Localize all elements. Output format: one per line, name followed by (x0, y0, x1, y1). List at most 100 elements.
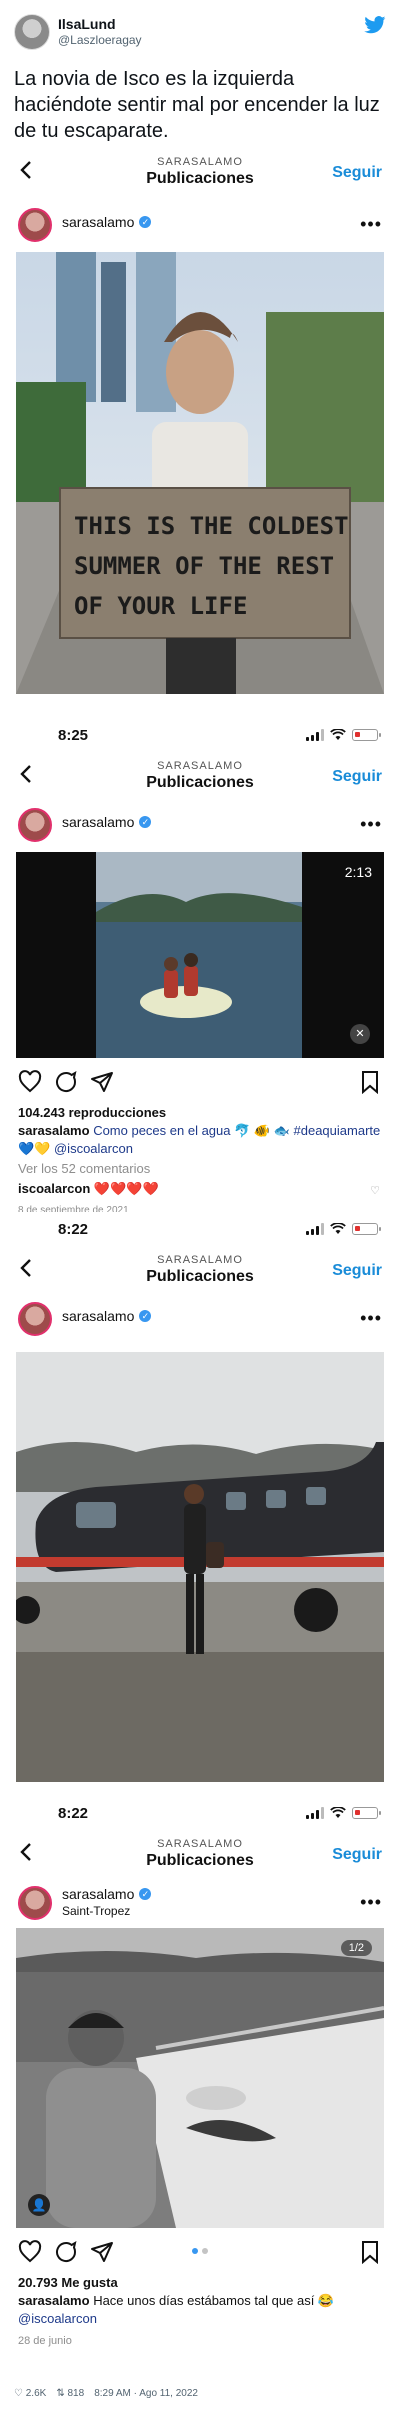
comment-icon[interactable] (54, 1070, 78, 1094)
post-header: sarasalamo ✓ ••• (0, 202, 400, 246)
caption-user[interactable]: sarasalamo (18, 1123, 90, 1138)
post-photo[interactable]: THIS IS THE COLDEST SUMMER OF THE REST O… (16, 252, 384, 694)
sign-line-3: OF YOUR LIFE (74, 592, 247, 620)
post-header: sarasalamo ✓ ••• (0, 1296, 400, 1340)
status-time: 8:22 (58, 1221, 89, 1238)
post-header: sarasalamo ✓ ••• (0, 802, 400, 846)
status-bar: 8:25 (0, 718, 400, 752)
tweet-header: IlsaLund @Laszloeragay (0, 0, 400, 62)
battery-icon (352, 1223, 381, 1235)
username[interactable]: sarasalamo (62, 814, 134, 830)
ig-nav-bar: SARASALAMO Publicaciones Seguir (0, 756, 400, 798)
post-photo[interactable] (16, 1352, 384, 1782)
comment-user[interactable]: iscoalarcon (18, 1181, 90, 1196)
heart-icon[interactable] (18, 2240, 42, 2264)
wifi-icon (330, 729, 346, 740)
status-icons (306, 728, 381, 742)
username-row[interactable]: sarasalamo ✓ (62, 814, 152, 830)
author-avatar[interactable] (14, 14, 50, 50)
more-icon[interactable]: ••• (360, 1308, 382, 1329)
username-row[interactable]: sarasalamo ✓ (62, 214, 152, 230)
signal-icon (306, 729, 324, 741)
username-row[interactable]: sarasalamo ✓ (62, 1308, 152, 1324)
username[interactable]: sarasalamo (62, 1308, 134, 1324)
verified-icon: ✓ (139, 1888, 152, 1900)
more-icon[interactable]: ••• (360, 814, 382, 835)
follow-button[interactable]: Seguir (332, 768, 382, 786)
signal-icon (306, 1223, 324, 1235)
share-icon[interactable] (90, 1070, 114, 1094)
tweet-timestamp[interactable]: 8:29 AM · Ago 11, 2022 (94, 2388, 198, 2399)
post-actions (18, 1070, 382, 1100)
username[interactable]: sarasalamo (62, 214, 134, 230)
author-name[interactable]: IlsaLund (58, 16, 116, 32)
username[interactable]: sarasalamo (62, 1886, 134, 1902)
post-date: 28 de junio (18, 2335, 72, 2347)
user-tag-icon[interactable]: 👤 (28, 2194, 50, 2216)
sign-line-1: THIS IS THE COLDEST (74, 512, 349, 540)
username-row[interactable]: sarasalamo ✓ (62, 1886, 152, 1902)
comment-text: ❤️❤️❤️❤️ (93, 1181, 159, 1196)
avatar[interactable] (18, 1886, 52, 1920)
ig-nav-bar: SARASALAMO Publicaciones Seguir (0, 152, 400, 194)
post-header: sarasalamo ✓ Saint-Tropez ••• (0, 1880, 400, 1924)
retweets-count: 818 (67, 2388, 85, 2399)
jetski-video-frame (16, 852, 384, 1058)
instagram-panel-1: SARASALAMO Publicaciones Seguir sarasala… (0, 150, 400, 710)
follow-button[interactable]: Seguir (332, 164, 382, 182)
status-bar: 8:22 (0, 1796, 400, 1830)
tweet-text: La novia de Isco es la izquierda haciénd… (14, 68, 380, 142)
view-comments-link[interactable]: Ver los 52 comentarios (18, 1160, 382, 1178)
like-count[interactable]: 20.793 Me gusta (18, 2274, 382, 2292)
post-location[interactable]: Saint-Tropez (62, 1904, 130, 1918)
carousel-dots (192, 2248, 208, 2254)
avatar[interactable] (18, 208, 52, 242)
video-duration: 2:13 (344, 864, 372, 880)
status-icons (306, 1806, 381, 1820)
sign-line-2: SUMMER OF THE REST (74, 552, 334, 580)
post-video[interactable]: 2:13 ✕ (16, 852, 384, 1058)
heart-icon[interactable] (18, 1070, 42, 1094)
more-icon[interactable]: ••• (360, 214, 382, 235)
more-icon[interactable]: ••• (360, 1892, 382, 1913)
post-caption: sarasalamo Como peces en el agua 🐬 🐠 🐟 #… (18, 1122, 382, 1158)
likes-stat[interactable]: ♡ 2.6K (14, 2388, 46, 2399)
private-jet-photo (16, 1352, 384, 1782)
caption-user[interactable]: sarasalamo (18, 2293, 90, 2308)
post-actions (18, 2240, 382, 2270)
likes-count: 2.6K (25, 2388, 47, 2399)
avatar[interactable] (18, 1302, 52, 1336)
comment-like-icon[interactable]: ♡ (370, 1182, 380, 1200)
tweet-footer: ♡ 2.6K ⇅ 818 8:29 AM · Ago 11, 2022 (14, 2388, 386, 2399)
comment-icon[interactable] (54, 2240, 78, 2264)
carousel-counter: 1/2 (340, 1940, 372, 1956)
bookmark-icon[interactable] (358, 1070, 382, 1094)
verified-icon: ✓ (139, 216, 152, 228)
battery-icon (352, 1807, 381, 1819)
status-time: 8:22 (58, 1805, 89, 1822)
status-bar: 8:22 (0, 1212, 400, 1246)
instagram-panel-2: 8:25 SARASALAMO Publicaciones Seguir sar… (0, 718, 400, 1238)
mute-icon[interactable]: ✕ (350, 1024, 370, 1044)
bookmark-icon[interactable] (358, 2240, 382, 2264)
post-photo[interactable]: 1/2 👤 (16, 1928, 384, 2228)
author-handle[interactable]: @Laszloeragay (58, 33, 142, 47)
twitter-bird-icon (364, 16, 386, 34)
instagram-panel-4: 8:22 SARASALAMO Publicaciones Seguir sar… (0, 1796, 400, 2386)
boat-photo (16, 1928, 384, 2228)
follow-button[interactable]: Seguir (332, 1846, 382, 1864)
verified-icon: ✓ (139, 1310, 152, 1322)
share-icon[interactable] (90, 2240, 114, 2264)
comment-row: iscoalarcon ❤️❤️❤️❤️ ♡ (18, 1180, 382, 1198)
post-caption: sarasalamo Hace unos días estábamos tal … (18, 2292, 382, 2310)
signal-icon (306, 1807, 324, 1819)
ig-nav-bar: SARASALAMO Publicaciones Seguir (0, 1834, 400, 1876)
view-count[interactable]: 104.243 reproducciones (18, 1104, 382, 1122)
caption-tag[interactable]: @iscoalarcon (18, 2310, 382, 2328)
status-icons (306, 1222, 381, 1236)
protest-sign-photo: THIS IS THE COLDEST SUMMER OF THE REST O… (16, 252, 384, 694)
ig-nav-bar: SARASALAMO Publicaciones Seguir (0, 1250, 400, 1292)
retweets-stat[interactable]: ⇅ 818 (56, 2388, 84, 2399)
follow-button[interactable]: Seguir (332, 1262, 382, 1280)
avatar[interactable] (18, 808, 52, 842)
